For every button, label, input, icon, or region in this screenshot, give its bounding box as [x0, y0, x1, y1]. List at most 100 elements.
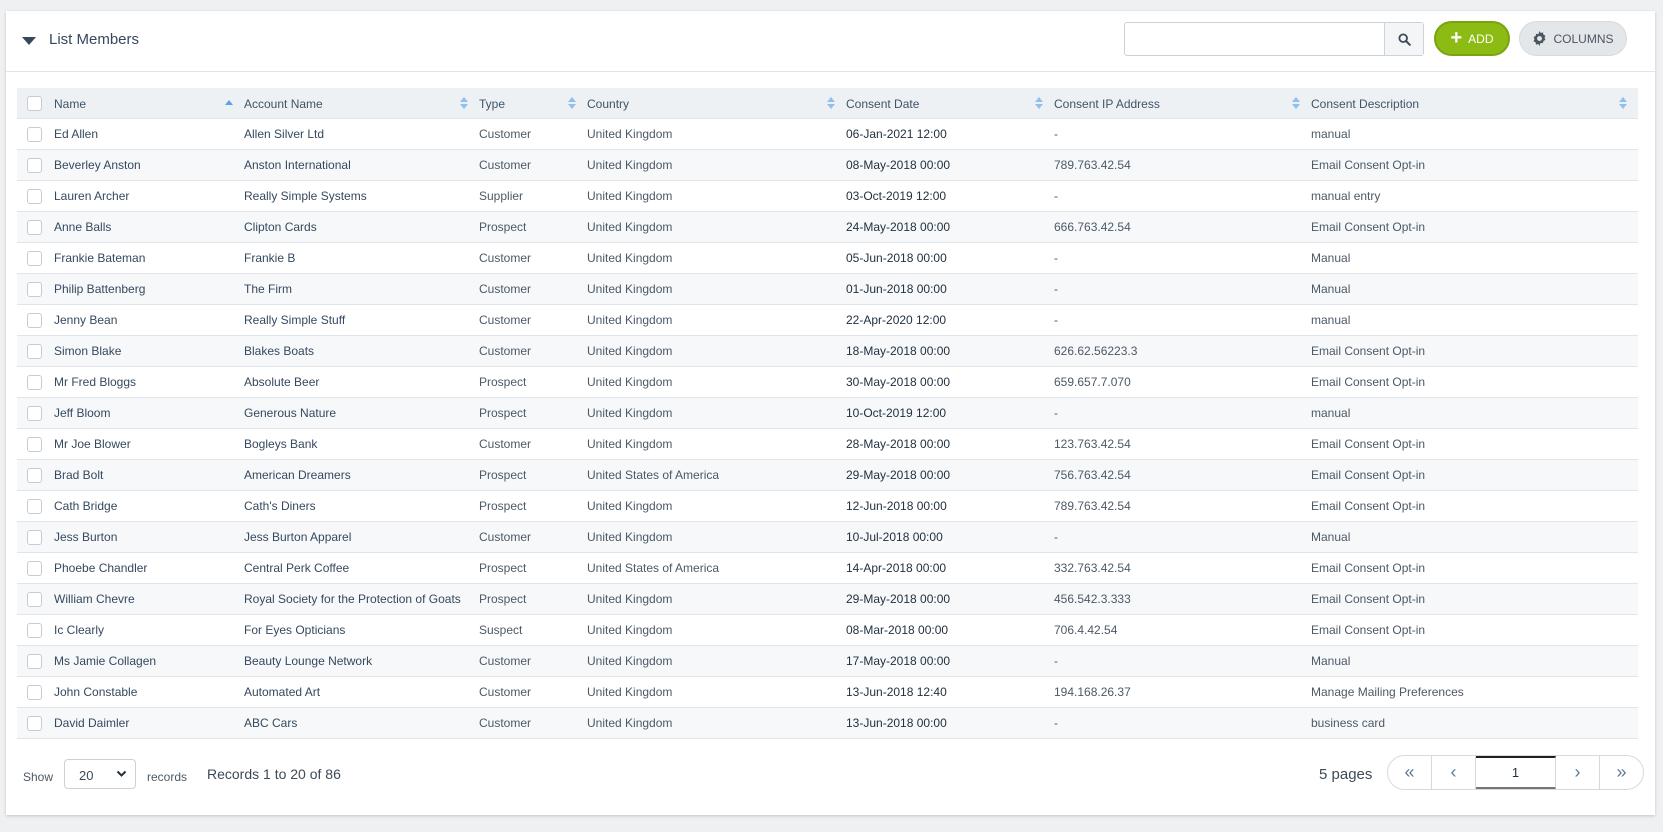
account-name-cell[interactable]: American Dreamers	[244, 459, 479, 491]
name-cell[interactable]: Lauren Archer	[54, 180, 244, 212]
name-cell[interactable]: Ed Allen	[54, 118, 244, 150]
table-row[interactable]: Lauren Archer Really Simple Systems Suppli…	[17, 180, 1638, 212]
table-row[interactable]: Cath Bridge Cath's Diners Prospect United K…	[17, 490, 1638, 522]
account-name-cell[interactable]: Absolute Beer	[244, 366, 479, 398]
table-row[interactable]: Mr Fred Bloggs Absolute Beer Prospect Unite…	[17, 366, 1638, 398]
name-cell[interactable]: Anne Balls	[54, 211, 244, 243]
row-checkbox[interactable]	[27, 591, 42, 607]
row-checkbox[interactable]	[27, 529, 42, 545]
column-header-country[interactable]: Country	[587, 88, 846, 119]
account-name-cell[interactable]: Royal Society for the Protection of Goat…	[244, 583, 479, 615]
table-row[interactable]: Jess Burton Jess Burton Apparel Customer Un…	[17, 521, 1638, 553]
column-header-name[interactable]: Name	[54, 88, 244, 119]
page-size-select[interactable]: 20	[64, 759, 136, 789]
account-name-cell[interactable]: Automated Art	[244, 676, 479, 708]
account-name-cell[interactable]: The Firm	[244, 273, 479, 305]
row-checkbox[interactable]	[27, 498, 42, 514]
account-name-cell[interactable]: Beauty Lounge Network	[244, 645, 479, 677]
name-cell[interactable]: John Constable	[54, 676, 244, 708]
name-cell[interactable]: Beverley Anston	[54, 149, 244, 181]
account-name-cell[interactable]: Frankie B	[244, 242, 479, 274]
table-row[interactable]: Ic Clearly For Eyes Opticians Suspect Unite…	[17, 614, 1638, 646]
table-row[interactable]: Brad Bolt American Dreamers Prospect United…	[17, 459, 1638, 491]
row-checkbox[interactable]	[27, 467, 42, 483]
name-cell[interactable]: Brad Bolt	[54, 459, 244, 491]
row-checkbox[interactable]	[27, 126, 42, 142]
add-button[interactable]: + ADD	[1434, 21, 1510, 56]
name-cell[interactable]: Jenny Bean	[54, 304, 244, 336]
row-checkbox[interactable]	[27, 343, 42, 359]
name-cell[interactable]: Cath Bridge	[54, 490, 244, 522]
name-cell[interactable]: Frankie Bateman	[54, 242, 244, 274]
account-name-cell[interactable]: Allen Silver Ltd	[244, 118, 479, 150]
search-input[interactable]	[1125, 23, 1384, 55]
account-name-cell[interactable]: Anston International	[244, 149, 479, 181]
table-row[interactable]: Simon Blake Blakes Boats Customer United Ki…	[17, 335, 1638, 367]
row-checkbox[interactable]	[27, 219, 42, 235]
row-checkbox[interactable]	[27, 188, 42, 204]
type-cell: Customer	[479, 304, 587, 336]
column-header-consent-date[interactable]: Consent Date	[846, 88, 1054, 119]
account-name-cell[interactable]: Clipton Cards	[244, 211, 479, 243]
row-checkbox[interactable]	[27, 157, 42, 173]
table-row[interactable]: Philip Battenberg The Firm Customer United …	[17, 273, 1638, 305]
account-name-cell[interactable]: Bogleys Bank	[244, 428, 479, 460]
name-cell[interactable]: Mr Fred Bloggs	[54, 366, 244, 398]
name-cell[interactable]: Jeff Bloom	[54, 397, 244, 429]
table-row[interactable]: Frankie Bateman Frankie B Customer United K…	[17, 242, 1638, 274]
column-header-consent-description[interactable]: Consent Description	[1311, 88, 1638, 119]
row-checkbox[interactable]	[27, 250, 42, 266]
previous-page-button[interactable]: ‹	[1432, 756, 1476, 789]
columns-button[interactable]: COLUMNS	[1519, 21, 1627, 56]
account-name-cell[interactable]: Cath's Diners	[244, 490, 479, 522]
row-checkbox[interactable]	[27, 405, 42, 421]
account-name-cell[interactable]: Central Perk Coffee	[244, 552, 479, 584]
table-row[interactable]: Anne Balls Clipton Cards Prospect United Ki…	[17, 211, 1638, 243]
row-checkbox[interactable]	[27, 281, 42, 297]
table-row[interactable]: William Chevre Royal Society for the Prot…	[17, 583, 1638, 615]
column-header-account-name[interactable]: Account Name	[244, 88, 479, 119]
select-all-checkbox[interactable]	[27, 95, 42, 111]
name-cell[interactable]: Philip Battenberg	[54, 273, 244, 305]
column-header-consent-ip-address[interactable]: Consent IP Address	[1054, 88, 1311, 119]
name-cell[interactable]: Ic Clearly	[54, 614, 244, 646]
name-cell[interactable]: Jess Burton	[54, 521, 244, 553]
account-name-cell[interactable]: Blakes Boats	[244, 335, 479, 367]
account-name-cell[interactable]: Jess Burton Apparel	[244, 521, 479, 553]
name-cell[interactable]: Ms Jamie Collagen	[54, 645, 244, 677]
first-page-button[interactable]: «	[1388, 756, 1432, 789]
table-row[interactable]: Ed Allen Allen Silver Ltd Customer United K…	[17, 118, 1638, 150]
row-checkbox[interactable]	[27, 312, 42, 328]
account-name-cell[interactable]: For Eyes Opticians	[244, 614, 479, 646]
name-cell[interactable]: David Daimler	[54, 707, 244, 739]
row-checkbox[interactable]	[27, 622, 42, 638]
account-name-cell[interactable]: Really Simple Stuff	[244, 304, 479, 336]
account-name-cell[interactable]: ABC Cars	[244, 707, 479, 739]
search-button[interactable]	[1384, 23, 1423, 55]
collapse-triangle-icon[interactable]	[22, 37, 36, 45]
column-header-type[interactable]: Type	[479, 88, 587, 119]
table-row[interactable]: David Daimler ABC Cars Customer United King…	[17, 707, 1638, 739]
account-name-cell[interactable]: Generous Nature	[244, 397, 479, 429]
row-checkbox[interactable]	[27, 715, 42, 731]
name-cell[interactable]: William Chevre	[54, 583, 244, 615]
row-checkbox[interactable]	[27, 436, 42, 452]
row-checkbox[interactable]	[27, 653, 42, 669]
next-page-button[interactable]: ›	[1556, 756, 1600, 789]
table-row[interactable]: John Constable Automated Art Customer Unite…	[17, 676, 1638, 708]
last-page-button[interactable]: »	[1600, 756, 1643, 789]
name-cell[interactable]: Phoebe Chandler	[54, 552, 244, 584]
name-cell[interactable]: Simon Blake	[54, 335, 244, 367]
current-page-input[interactable]	[1476, 756, 1556, 789]
account-name-cell[interactable]: Really Simple Systems	[244, 180, 479, 212]
table-row[interactable]: Ms Jamie Collagen Beauty Lounge Network Cu…	[17, 645, 1638, 677]
row-checkbox[interactable]	[27, 560, 42, 576]
name-cell[interactable]: Mr Joe Blower	[54, 428, 244, 460]
table-row[interactable]: Phoebe Chandler Central Perk Coffee Prospe…	[17, 552, 1638, 584]
table-row[interactable]: Beverley Anston Anston International Custo…	[17, 149, 1638, 181]
table-row[interactable]: Jenny Bean Really Simple Stuff Customer Uni…	[17, 304, 1638, 336]
row-checkbox[interactable]	[27, 684, 42, 700]
table-row[interactable]: Jeff Bloom Generous Nature Prospect United …	[17, 397, 1638, 429]
table-row[interactable]: Mr Joe Blower Bogleys Bank Customer United …	[17, 428, 1638, 460]
row-checkbox[interactable]	[27, 374, 42, 390]
